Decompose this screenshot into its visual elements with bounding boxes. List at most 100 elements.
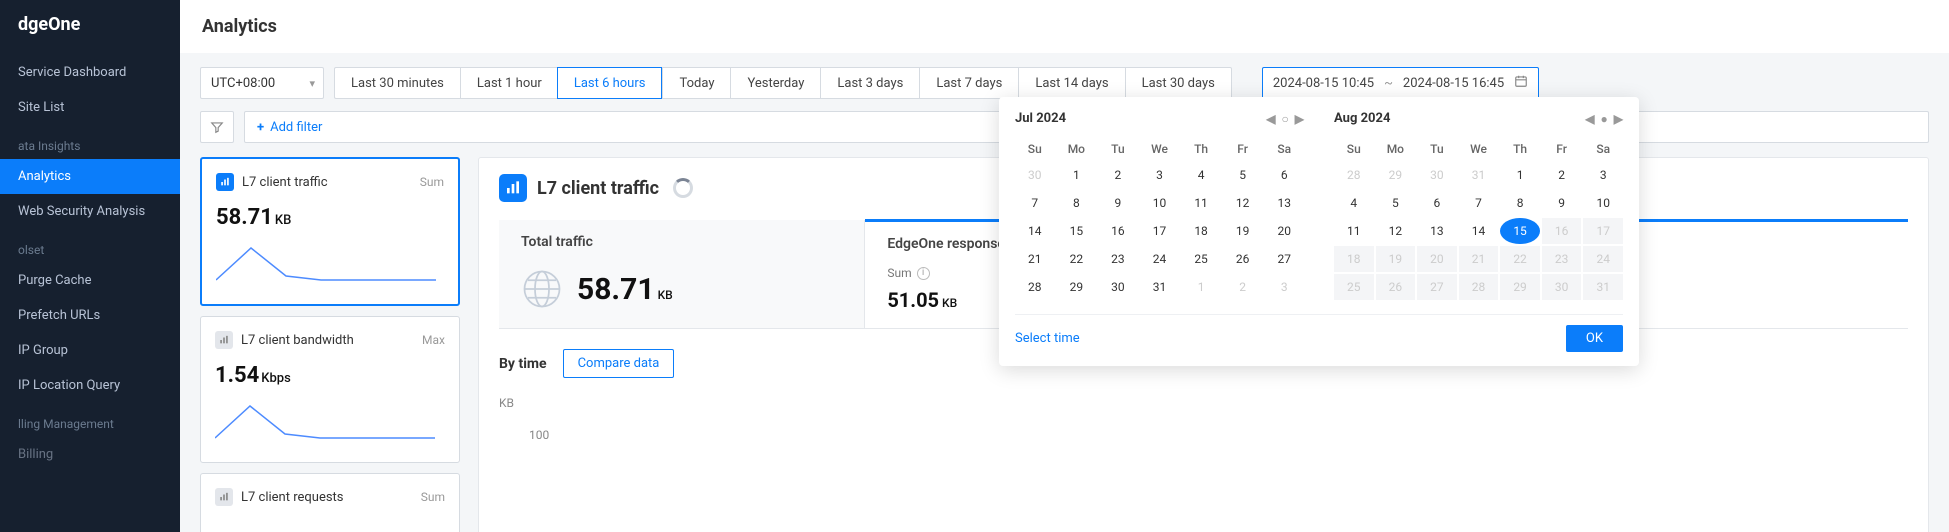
calendar-day[interactable]: 11 <box>1181 190 1221 216</box>
calendar-day[interactable]: 15 <box>1500 218 1540 244</box>
prev-month-icon[interactable]: ◀ <box>1585 112 1594 126</box>
calendar-day[interactable]: 28 <box>1015 274 1055 300</box>
aggregation-select[interactable]: Sum <box>421 490 445 504</box>
calendar-day[interactable]: 25 <box>1181 246 1221 272</box>
weekday-header: Mo <box>1057 138 1097 160</box>
calendar-day[interactable]: 31 <box>1140 274 1180 300</box>
compare-data-button[interactable]: Compare data <box>563 349 675 378</box>
calendar-day[interactable]: 10 <box>1140 190 1180 216</box>
calendar-day[interactable]: 8 <box>1057 190 1097 216</box>
calendar-day[interactable]: 18 <box>1181 218 1221 244</box>
date-range-input[interactable]: 2024-08-15 10:45 ~ 2024-08-15 16:45 <box>1262 67 1539 99</box>
calendar-day[interactable]: 23 <box>1098 246 1138 272</box>
calendar-day[interactable]: 9 <box>1098 190 1138 216</box>
date-to: 2024-08-15 16:45 <box>1403 76 1504 91</box>
weekday-header: Tu <box>1098 138 1138 160</box>
calendar-day[interactable]: 1 <box>1500 162 1540 188</box>
range-button[interactable]: Last 30 minutes <box>334 67 460 99</box>
calendar-day-other[interactable]: 1 <box>1181 274 1221 300</box>
sidebar-item-site-list[interactable]: Site List <box>0 90 180 125</box>
calendar-day[interactable]: 7 <box>1015 190 1055 216</box>
aggregation-select[interactable]: Sum <box>420 175 444 189</box>
calendar-day[interactable]: 27 <box>1264 246 1304 272</box>
calendar-day[interactable]: 14 <box>1459 218 1499 244</box>
range-button[interactable]: Last 1 hour <box>460 67 558 99</box>
calendar-day-other[interactable]: 28 <box>1334 162 1374 188</box>
calendar-day[interactable]: 3 <box>1140 162 1180 188</box>
range-button[interactable]: Last 7 days <box>919 67 1018 99</box>
select-time-link[interactable]: Select time <box>1015 331 1080 346</box>
calendar-day[interactable]: 6 <box>1417 190 1457 216</box>
sidebar-item-security[interactable]: Web Security Analysis <box>0 194 180 229</box>
calendar-day-disabled: 23 <box>1542 246 1582 272</box>
calendar-day[interactable]: 4 <box>1181 162 1221 188</box>
metric-card[interactable]: L7 client bandwidthMax1.54Kbps <box>200 316 460 463</box>
calendar-day[interactable]: 8 <box>1500 190 1540 216</box>
calendar-day[interactable]: 14 <box>1015 218 1055 244</box>
calendar-day[interactable]: 2 <box>1098 162 1138 188</box>
calendar-day-other[interactable]: 3 <box>1264 274 1304 300</box>
prev-month-icon[interactable]: ◀ <box>1266 112 1275 126</box>
next-month-icon[interactable]: ▶ <box>1295 112 1304 126</box>
sidebar-item-dashboard[interactable]: Service Dashboard <box>0 55 180 90</box>
bar-chart-icon <box>499 174 527 202</box>
range-button[interactable]: Last 30 days <box>1125 67 1232 99</box>
calendar-day[interactable]: 6 <box>1264 162 1304 188</box>
calendar-day[interactable]: 10 <box>1583 190 1623 216</box>
calendar-day[interactable]: 21 <box>1015 246 1055 272</box>
tab-total-traffic[interactable]: Total traffic 58.71KB <box>499 220 865 328</box>
calendar-day-other[interactable]: 31 <box>1459 162 1499 188</box>
calendar-day-other[interactable]: 30 <box>1015 162 1055 188</box>
metric-cards-column: L7 client trafficSum58.71KBL7 client ban… <box>200 157 460 532</box>
calendar-day[interactable]: 29 <box>1057 274 1097 300</box>
card-title: L7 client requests <box>241 490 344 505</box>
range-button[interactable]: Today <box>662 67 730 99</box>
sidebar-item-analytics[interactable]: Analytics <box>0 159 180 194</box>
range-button[interactable]: Last 6 hours <box>557 67 663 99</box>
loading-icon <box>673 178 693 198</box>
calendar-day[interactable]: 9 <box>1542 190 1582 216</box>
sidebar-item-ip-group[interactable]: IP Group <box>0 333 180 368</box>
today-icon[interactable]: ○ <box>1282 112 1289 126</box>
calendar-day[interactable]: 13 <box>1264 190 1304 216</box>
calendar-day-other[interactable]: 2 <box>1223 274 1263 300</box>
calendar-day[interactable]: 30 <box>1098 274 1138 300</box>
calendar-day[interactable]: 24 <box>1140 246 1180 272</box>
calendar-day[interactable]: 5 <box>1223 162 1263 188</box>
calendar-day[interactable]: 3 <box>1583 162 1623 188</box>
range-button[interactable]: Last 14 days <box>1018 67 1124 99</box>
today-icon[interactable]: ● <box>1601 112 1608 126</box>
sidebar-item-billing[interactable]: Billing <box>0 437 180 472</box>
calendar-day[interactable]: 11 <box>1334 218 1374 244</box>
calendar-day-other[interactable]: 30 <box>1417 162 1457 188</box>
ok-button[interactable]: OK <box>1566 325 1623 352</box>
calendar-day[interactable]: 12 <box>1376 218 1416 244</box>
calendar-day[interactable]: 2 <box>1542 162 1582 188</box>
calendar-day[interactable]: 1 <box>1057 162 1097 188</box>
calendar-day[interactable]: 15 <box>1057 218 1097 244</box>
calendar-day[interactable]: 20 <box>1264 218 1304 244</box>
metric-card[interactable]: L7 client requests Sum <box>200 473 460 532</box>
calendar-day[interactable]: 5 <box>1376 190 1416 216</box>
calendar-day[interactable]: 12 <box>1223 190 1263 216</box>
calendar-day-other[interactable]: 29 <box>1376 162 1416 188</box>
calendar-day[interactable]: 17 <box>1140 218 1180 244</box>
calendar-day[interactable]: 19 <box>1223 218 1263 244</box>
range-button[interactable]: Last 3 days <box>820 67 919 99</box>
sidebar-item-ip-location[interactable]: IP Location Query <box>0 368 180 403</box>
filter-icon[interactable] <box>200 111 234 143</box>
info-icon[interactable]: i <box>917 267 930 280</box>
calendar-day[interactable]: 22 <box>1057 246 1097 272</box>
calendar-day[interactable]: 26 <box>1223 246 1263 272</box>
sidebar-item-purge[interactable]: Purge Cache <box>0 263 180 298</box>
range-button[interactable]: Yesterday <box>730 67 820 99</box>
next-month-icon[interactable]: ▶ <box>1614 112 1623 126</box>
calendar-day[interactable]: 13 <box>1417 218 1457 244</box>
sidebar-item-prefetch[interactable]: Prefetch URLs <box>0 298 180 333</box>
calendar-day[interactable]: 4 <box>1334 190 1374 216</box>
calendar-day[interactable]: 16 <box>1098 218 1138 244</box>
metric-card[interactable]: L7 client trafficSum58.71KB <box>200 157 460 306</box>
calendar-day[interactable]: 7 <box>1459 190 1499 216</box>
timezone-select[interactable]: UTC+08:00 <box>200 67 324 99</box>
aggregation-select[interactable]: Max <box>422 333 445 347</box>
